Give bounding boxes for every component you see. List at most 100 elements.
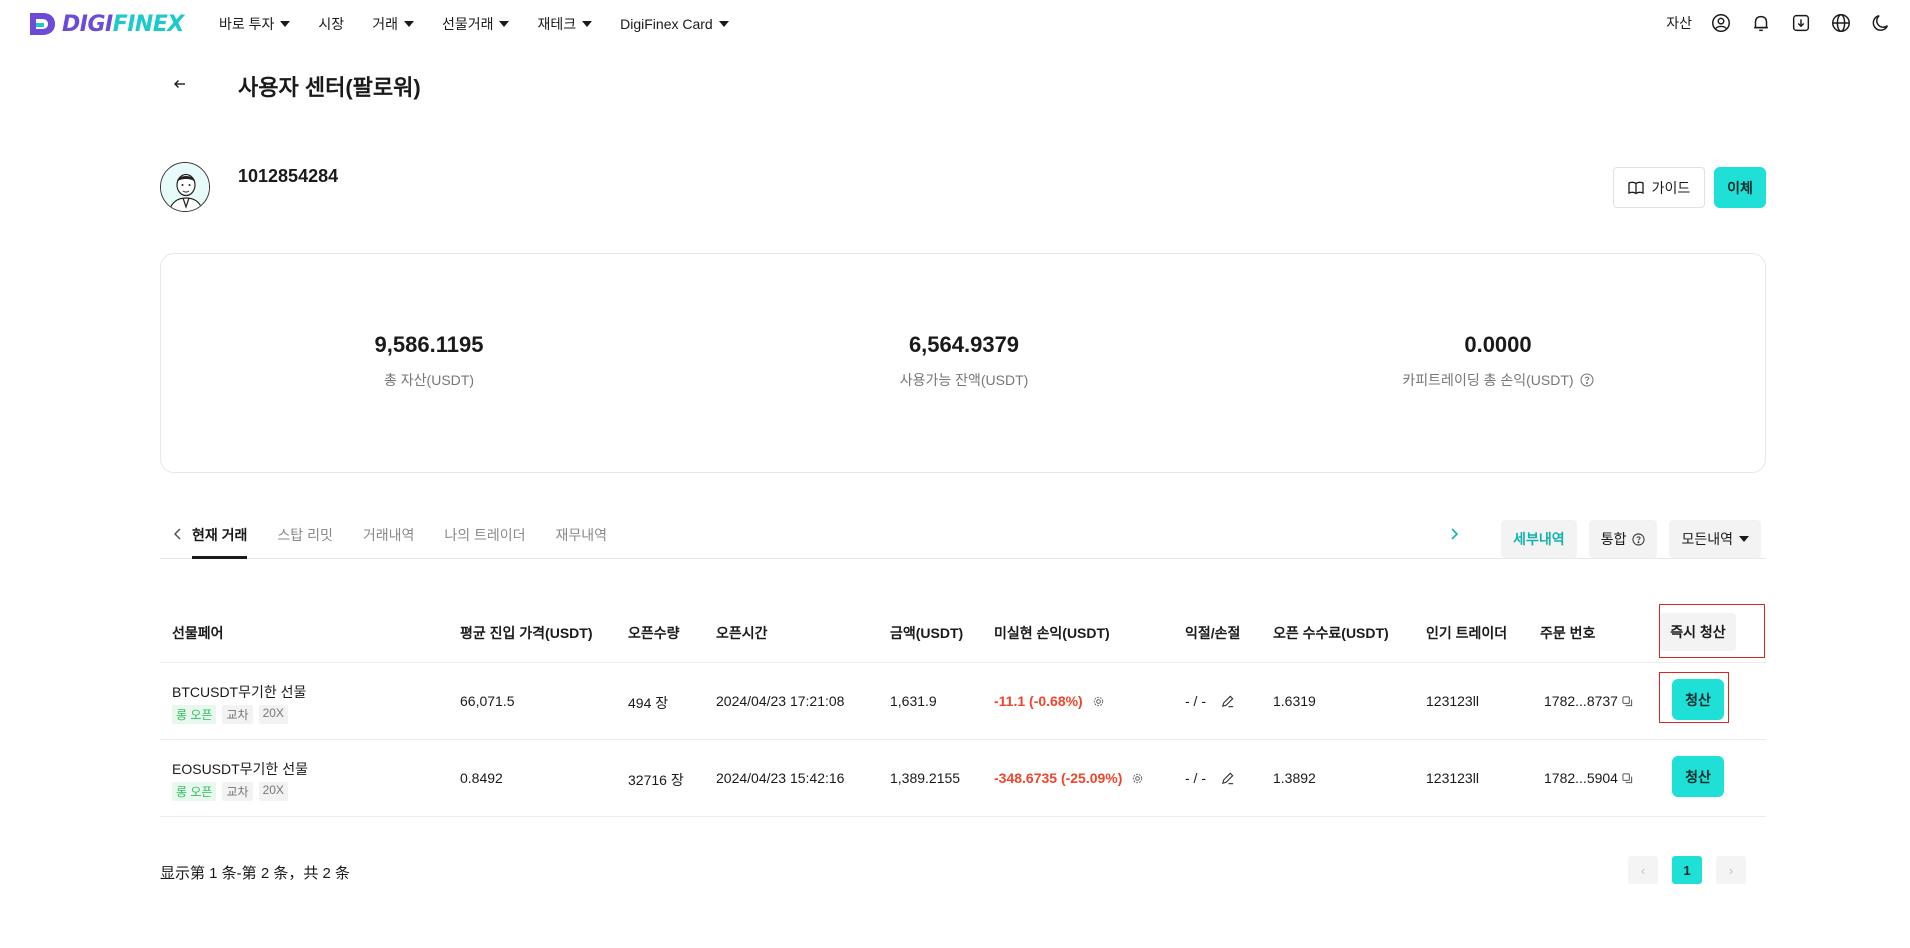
- bell-icon[interactable]: [1750, 12, 1772, 34]
- tpsl-value: - / -: [1185, 693, 1206, 709]
- trader-name[interactable]: 123123ll: [1426, 770, 1479, 786]
- share-pnl-icon[interactable]: [1093, 696, 1104, 707]
- stat-total-asset: 9,586.1195 총 자산(USDT): [279, 332, 579, 390]
- open-time: 2024/04/23 15:42:16: [716, 770, 845, 786]
- chevron-right-icon[interactable]: [1448, 527, 1460, 541]
- page-title: 사용자 센터(팔로워): [238, 75, 421, 100]
- globe-icon[interactable]: [1830, 12, 1852, 34]
- copy-pnl-value: 0.0000: [1464, 332, 1532, 357]
- nav-item-trade[interactable]: 거래: [372, 14, 414, 34]
- header-order-no: 주문 번호: [1540, 625, 1596, 641]
- merge-view-label: 통합: [1600, 531, 1627, 547]
- header-unrealized-pnl: 미실현 손익(USDT): [994, 625, 1110, 641]
- open-time: 2024/04/23 17:21:08: [716, 693, 845, 709]
- nav-right: 자산: [1666, 12, 1892, 34]
- order-number: 1782...8737: [1544, 693, 1633, 709]
- unrealized-pnl: -348.6735 (-25.09%): [994, 770, 1143, 786]
- nav-item-finance[interactable]: 재테크: [537, 14, 593, 34]
- pair-name[interactable]: BTCUSDT무기한 선물: [172, 682, 306, 702]
- transfer-button[interactable]: 이체: [1714, 167, 1766, 208]
- merge-view-button[interactable]: 통합: [1588, 520, 1658, 558]
- open-fee: 1.6319: [1273, 693, 1316, 709]
- stat-available-balance: 6,564.9379 사용가능 잔액(USDT): [814, 332, 1114, 390]
- table-row: BTCUSDT무기한 선물 롱 오픈 교차 20X 66,071.5 494 장…: [160, 663, 1766, 740]
- position-tags: 롱 오픈 교차 20X: [172, 782, 288, 801]
- leverage-tag: 20X: [258, 782, 288, 801]
- margin-mode-tag: 교차: [222, 705, 253, 724]
- trader-name[interactable]: 123123ll: [1426, 693, 1479, 709]
- tpsl-cell: - / -: [1185, 770, 1235, 786]
- table-row: EOSUSDT무기한 선물 롱 오픈 교차 20X 0.8492 32716 장…: [160, 740, 1766, 817]
- header-avg-entry: 평균 진입 가격(USDT): [460, 625, 593, 641]
- avg-entry-price: 0.8492: [460, 770, 503, 786]
- tpsl-value: - / -: [1185, 770, 1206, 786]
- pagination-summary: 显示第 1 条-第 2 条，共 2 条: [160, 865, 351, 882]
- order-number-text: 1782...8737: [1544, 693, 1618, 709]
- edit-icon[interactable]: [1220, 694, 1235, 709]
- chevron-left-icon[interactable]: [172, 527, 184, 541]
- chevron-down-icon: [499, 21, 510, 27]
- prev-page-button[interactable]: ‹: [1628, 856, 1658, 884]
- nav-item-market[interactable]: 시장: [318, 14, 344, 34]
- table-header: 선물페어 평균 진입 가격(USDT) 오픈수량 오픈시간 금액(USDT) 미…: [160, 600, 1766, 663]
- header-open-time: 오픈시간: [716, 625, 768, 641]
- help-icon: [1632, 532, 1646, 546]
- guide-button[interactable]: 가이드: [1613, 167, 1705, 208]
- nav-asset-link[interactable]: 자산: [1666, 13, 1692, 33]
- position-tags: 롱 오픈 교차 20X: [172, 705, 288, 724]
- chevron-down-icon: [403, 21, 414, 27]
- detail-view-button[interactable]: 세부내역: [1501, 520, 1577, 558]
- total-asset-label: 총 자산(USDT): [384, 372, 474, 388]
- tabs: 현재 거래 스탑 리밋 거래내역 나의 트레이더 재무내역: [192, 525, 607, 559]
- tab-current-trades[interactable]: 현재 거래: [192, 525, 248, 559]
- positions-table: 선물페어 평균 진입 가격(USDT) 오픈수량 오픈시간 금액(USDT) 미…: [160, 600, 1766, 817]
- nav-item-card[interactable]: DigiFinex Card: [620, 14, 729, 34]
- header-trader: 인기 트레이더: [1426, 625, 1508, 641]
- tab-my-traders[interactable]: 나의 트레이더: [444, 525, 525, 559]
- guide-button-label: 가이드: [1651, 179, 1691, 196]
- book-icon: [1628, 181, 1644, 194]
- open-qty: 32716 장: [628, 772, 684, 788]
- tab-trade-history[interactable]: 거래내역: [363, 525, 415, 559]
- avg-entry-price: 66,071.5: [460, 693, 515, 709]
- moon-icon[interactable]: [1870, 12, 1892, 34]
- pagination: ‹ 1 ›: [1628, 856, 1746, 884]
- side-tag: 롱 오픈: [172, 782, 217, 801]
- back-arrow-icon[interactable]: [172, 76, 188, 92]
- side-tag: 롱 오픈: [172, 705, 217, 724]
- download-icon[interactable]: [1790, 12, 1812, 34]
- header-open-fee: 오픈 수수료(USDT): [1273, 625, 1389, 641]
- margin-mode-tag: 교차: [222, 782, 253, 801]
- copy-icon[interactable]: [1622, 695, 1633, 707]
- avatar-illustration-icon: [161, 163, 209, 211]
- close-all-button[interactable]: 즉시 청산: [1660, 613, 1736, 651]
- edit-icon[interactable]: [1220, 771, 1235, 786]
- user-id: 1012854284: [238, 166, 339, 186]
- chevron-down-icon: [582, 21, 593, 27]
- header-tpsl: 익절/손절: [1185, 625, 1241, 641]
- header-amount: 금액(USDT): [890, 625, 964, 641]
- chevron-down-icon: [1739, 536, 1749, 542]
- copy-pnl-label: 카피트레이딩 총 손익(USDT): [1402, 372, 1574, 388]
- next-page-button[interactable]: ›: [1716, 856, 1746, 884]
- open-qty: 494 장: [628, 695, 669, 711]
- unrealized-pnl: -11.1 (-0.68%): [994, 693, 1104, 709]
- share-pnl-icon[interactable]: [1132, 773, 1143, 784]
- all-history-dropdown[interactable]: 모든내역: [1669, 520, 1761, 558]
- user-icon[interactable]: [1710, 12, 1732, 34]
- tpsl-cell: - / -: [1185, 693, 1235, 709]
- close-position-button[interactable]: 청산: [1672, 679, 1724, 720]
- digifinex-logo[interactable]: DIGIFINEX: [26, 9, 184, 39]
- leverage-tag: 20X: [258, 705, 288, 724]
- pair-name[interactable]: EOSUSDT무기한 선물: [172, 759, 308, 779]
- close-position-button[interactable]: 청산: [1672, 756, 1724, 797]
- tab-financial-history[interactable]: 재무내역: [556, 525, 608, 559]
- pnl-value: -11.1 (-0.68%): [994, 693, 1083, 709]
- page-1-button[interactable]: 1: [1672, 856, 1702, 884]
- top-navbar: DIGIFINEX 바로 투자 시장 거래 선물거래 재테크 DigiFinex…: [0, 0, 1910, 48]
- nav-item-futures[interactable]: 선물거래: [442, 14, 510, 34]
- info-icon[interactable]: [1580, 373, 1594, 387]
- tab-stop-limit[interactable]: 스탑 리밋: [277, 525, 332, 559]
- nav-item-quick-invest[interactable]: 바로 투자: [219, 14, 291, 34]
- copy-icon[interactable]: [1622, 772, 1633, 784]
